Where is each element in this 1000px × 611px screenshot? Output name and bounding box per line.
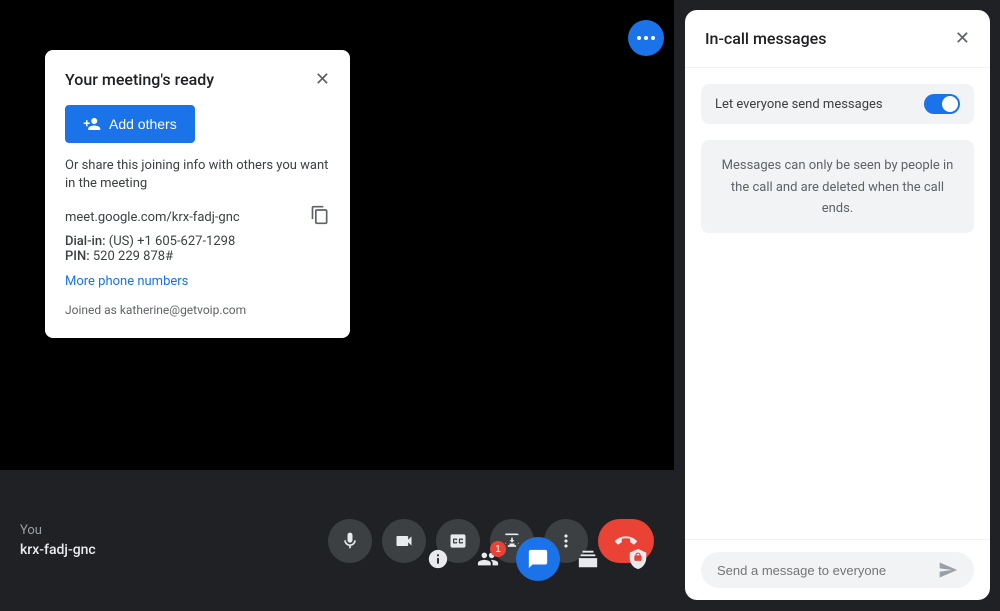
pin-info: PIN: 520 229 878# [65,249,173,264]
panel-footer [685,539,990,600]
close-card-button[interactable]: ✕ [315,70,330,88]
chat-icon [527,548,549,570]
join-link-row: meet.google.com/krx-fadj-gnc [65,205,330,230]
incall-panel: In-call messages ✕ Let everyone send mes… [685,10,990,600]
message-input[interactable] [717,563,930,578]
copy-button[interactable] [310,205,330,230]
mic-button[interactable] [328,519,372,563]
mic-icon [340,531,360,551]
let-everyone-toggle[interactable] [924,94,960,114]
more-options-button[interactable] [628,20,664,56]
chat-button[interactable] [516,537,560,581]
add-others-label: Add others [109,116,177,132]
copy-icon [310,205,330,225]
panel-close-button[interactable]: ✕ [955,28,970,49]
joined-as-text: Joined as katherine@getvoip.com [65,303,246,317]
panel-body: Let everyone send messages Messages can … [685,68,990,539]
toggle-row: Let everyone send messages [701,84,974,124]
bottom-right-icons: 1 [416,537,660,581]
dial-in-label: Dial-in: (US) +1 605-627-1298 [65,234,235,249]
meeting-code: krx-fadj-gnc [20,542,96,558]
card-header: Your meeting's ready ✕ [65,70,330,89]
info-button[interactable] [416,537,460,581]
security-icon [627,548,649,570]
you-label: You [20,523,96,538]
send-icon [938,560,958,580]
dots-icon [637,36,655,40]
info-box-text: Messages can only be seen by people in t… [722,158,954,216]
toggle-label: Let everyone send messages [715,97,883,112]
send-button[interactable] [938,560,958,580]
security-button[interactable] [616,537,660,581]
camera-icon [394,531,414,551]
activities-button[interactable] [566,537,610,581]
panel-title: In-call messages [705,29,826,48]
bottom-bar: You krx-fadj-gnc [0,470,674,611]
more-numbers-link[interactable]: More phone numbers [65,274,330,289]
people-button[interactable]: 1 [466,537,510,581]
join-link-text: meet.google.com/krx-fadj-gnc [65,210,240,225]
video-area: Your meeting's ready ✕ Add others Or sha… [0,0,674,611]
meeting-ready-card: Your meeting's ready ✕ Add others Or sha… [45,50,350,338]
activities-icon [577,548,599,570]
info-icon [427,548,449,570]
dial-info: Dial-in: (US) +1 605-627-1298 PIN: 520 2… [65,234,330,264]
card-title: Your meeting's ready [65,70,214,89]
people-badge: 1 [490,541,506,557]
add-others-button[interactable]: Add others [65,105,195,143]
meeting-name-area: You krx-fadj-gnc [20,523,96,558]
info-box: Messages can only be seen by people in t… [701,140,974,233]
message-input-row [701,552,974,588]
toggle-knob [942,96,958,112]
share-text: Or share this joining info with others y… [65,157,330,193]
person-add-icon [83,115,101,133]
panel-header: In-call messages ✕ [685,10,990,68]
